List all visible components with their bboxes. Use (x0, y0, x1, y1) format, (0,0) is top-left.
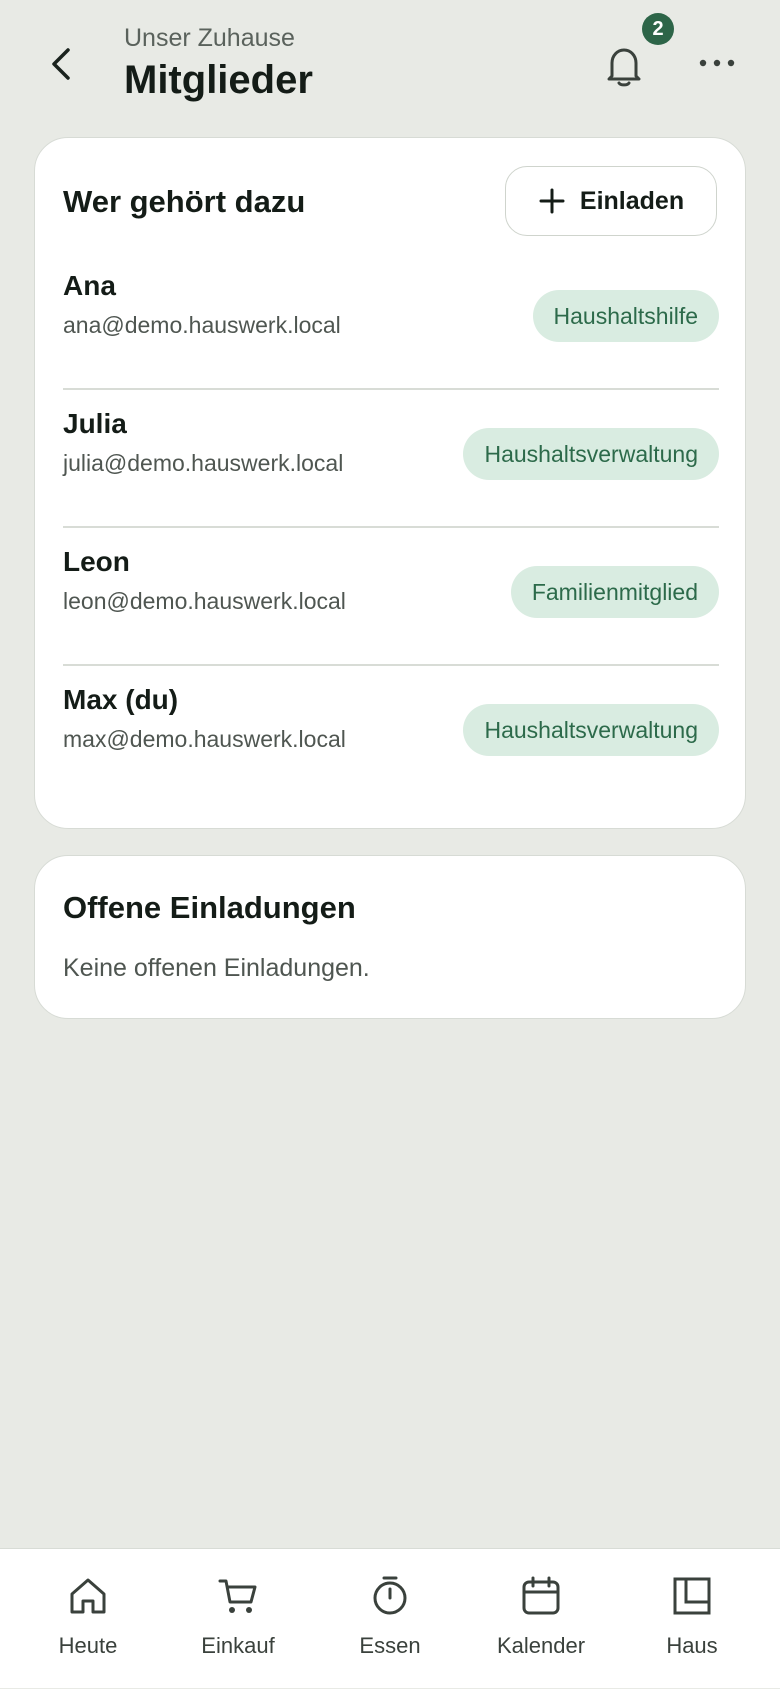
members-card: Wer gehört dazu Einladen Ana ana@demo.ha… (34, 137, 746, 829)
nav-label: Kalender (496, 1633, 586, 1658)
more-options-button[interactable] (690, 36, 744, 90)
open-invitations-card: Offene Einladungen Keine offenen Einladu… (34, 855, 746, 1019)
nav-label: Einkauf (201, 1633, 275, 1658)
role-badge[interactable]: Familienmitglied (510, 566, 719, 618)
nav-item-einkauf[interactable]: Einkauf (163, 1549, 313, 1689)
member-email: max@demo.hauswerk.local (63, 726, 346, 752)
bottom-navigation: Heute Einkauf Essen Kalender Haus (0, 1548, 780, 1688)
more-horizontal-icon (699, 59, 735, 67)
plus-icon (539, 188, 565, 214)
household-name: Unser Zuhause (124, 24, 295, 52)
home-icon (67, 1575, 109, 1617)
members-card-title: Wer gehört dazu (63, 184, 306, 219)
nav-item-heute[interactable]: Heute (13, 1549, 163, 1689)
bell-icon (607, 48, 641, 87)
nav-item-essen[interactable]: Essen (315, 1549, 465, 1689)
back-button[interactable] (36, 34, 86, 94)
empty-state-text: Keine offenen Einladungen. (63, 954, 370, 982)
member-row[interactable]: Leon leon@demo.hauswerk.local Familienmi… (63, 526, 719, 666)
chevron-left-icon (52, 48, 70, 80)
notifications-button[interactable] (596, 36, 652, 96)
cart-icon (217, 1575, 259, 1617)
app-header: Unser Zuhause Mitglieder 2 (0, 0, 780, 130)
member-row[interactable]: Max (du) max@demo.hauswerk.local Haushal… (63, 664, 719, 802)
role-badge[interactable]: Haushaltshilfe (532, 290, 719, 342)
page-title: Mitglieder (124, 58, 313, 102)
invite-button[interactable]: Einladen (505, 166, 717, 236)
member-email: ana@demo.hauswerk.local (63, 312, 341, 338)
member-name: Max (du) (63, 684, 179, 715)
nav-label: Haus (666, 1633, 718, 1658)
timer-icon (369, 1575, 411, 1617)
nav-label: Essen (359, 1633, 421, 1658)
member-row[interactable]: Julia julia@demo.hauswerk.local Haushalt… (63, 388, 719, 528)
notification-badge: 2 (642, 13, 674, 45)
role-badge[interactable]: Haushaltsverwaltung (463, 704, 719, 756)
nav-item-kalender[interactable]: Kalender (466, 1549, 616, 1689)
invitations-card-title: Offene Einladungen (63, 890, 356, 925)
member-email: julia@demo.hauswerk.local (63, 450, 344, 476)
member-email: leon@demo.hauswerk.local (63, 588, 346, 614)
invite-button-label: Einladen (579, 186, 685, 215)
member-row[interactable]: Ana ana@demo.hauswerk.local Haushaltshil… (63, 250, 719, 390)
member-name: Julia (63, 408, 127, 439)
role-badge[interactable]: Haushaltsverwaltung (463, 428, 719, 480)
nav-label: Heute (58, 1633, 118, 1658)
member-name: Ana (63, 270, 116, 301)
nav-item-haus[interactable]: Haus (617, 1549, 767, 1689)
member-name: Leon (63, 546, 130, 577)
calendar-icon (520, 1575, 562, 1617)
layout-icon (671, 1575, 713, 1617)
